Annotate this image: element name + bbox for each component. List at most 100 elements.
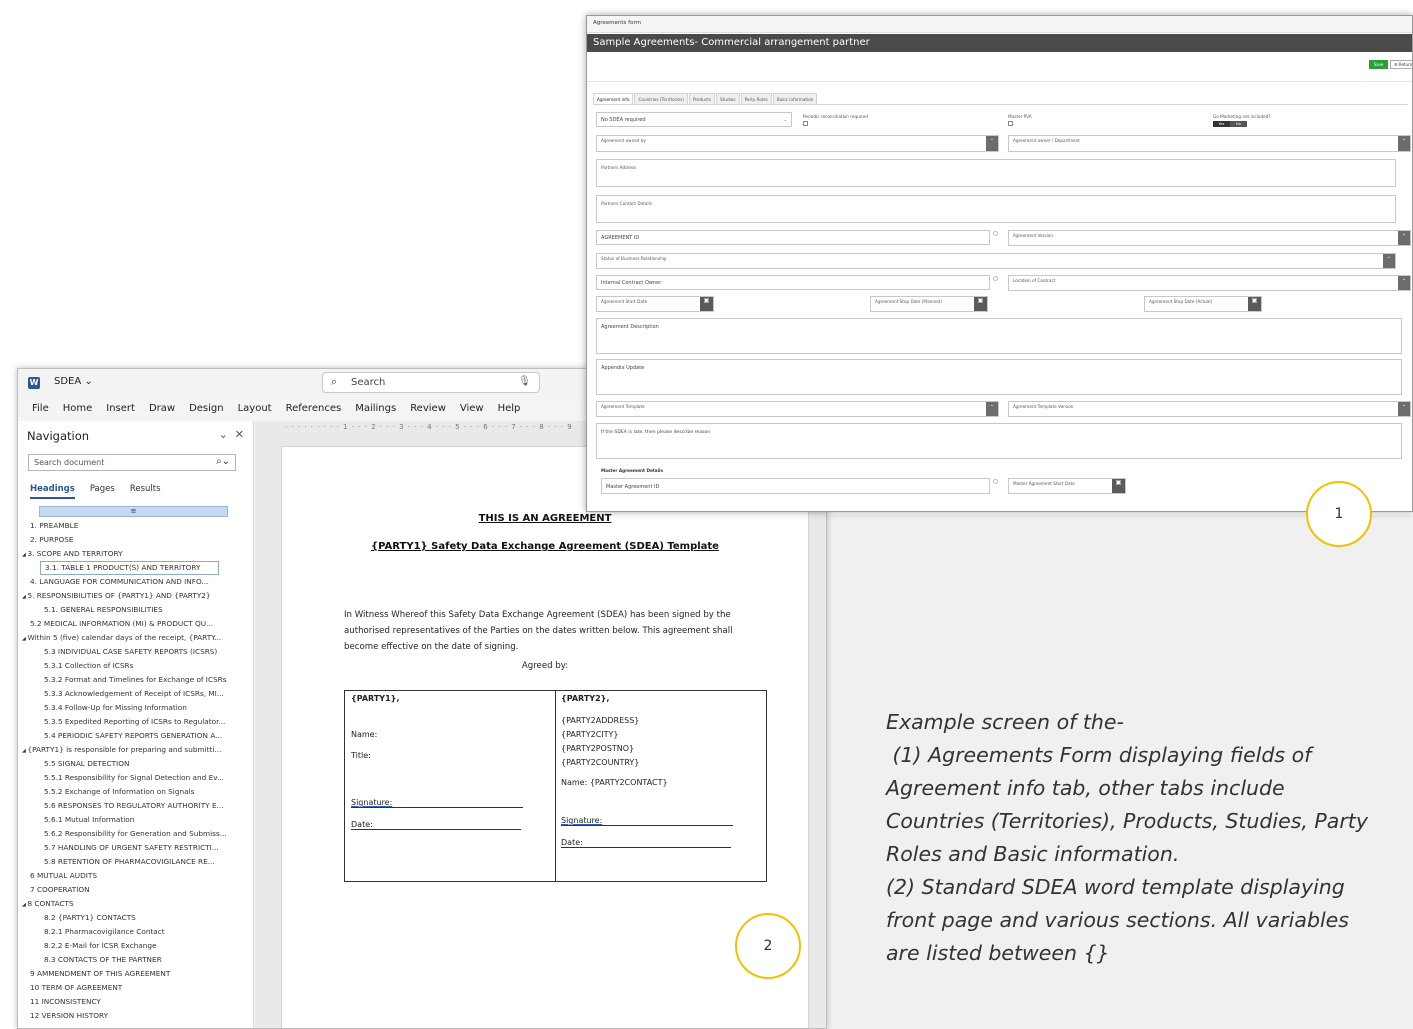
heading-item[interactable]: 3.1. TABLE 1 PRODUCT(S) AND TERRITORY	[40, 561, 219, 575]
master-start-date-field[interactable]: Master Agreement Start Date ▣	[1008, 478, 1126, 494]
menu-help[interactable]: Help	[498, 400, 521, 418]
template-version-field[interactable]: Agreement Template Version ⌄	[1008, 401, 1411, 417]
heading-item[interactable]: 5.3.1 Collection of ICSRs	[30, 659, 250, 673]
heading-item[interactable]: 8.2.2 E-Mail for ICSR Exchange	[30, 939, 250, 953]
agreement-id-field[interactable]: AGREEMENT ID	[596, 230, 990, 245]
heading-item[interactable]: 5.5 SIGNAL DETECTION	[30, 757, 250, 771]
periodic-recon-checkbox[interactable]	[803, 121, 808, 126]
heading-item[interactable]: 5.1. GENERAL RESPONSIBILITIES	[30, 603, 250, 617]
heading-item[interactable]: 5.5.1 Responsibility for Signal Detectio…	[30, 771, 250, 785]
calendar-icon[interactable]: ▣	[700, 297, 713, 311]
internal-owner-field[interactable]: Internal Contract Owner	[596, 275, 990, 290]
partner-contact-field[interactable]: Partners Contact Details	[596, 195, 1396, 223]
heading-item[interactable]: 7 COOPERATION	[30, 883, 250, 897]
tab-pages[interactable]: Pages	[90, 484, 115, 499]
heading-item[interactable]: 9 AMMENDMENT OF THIS AGREEMENT	[30, 967, 250, 981]
dropdown-icon[interactable]: ⌄	[986, 136, 998, 151]
save-button[interactable]: Save	[1369, 60, 1388, 69]
stop-date-field[interactable]: Agreement Stop Date (Planned) ▣	[870, 296, 988, 312]
dropdown-icon[interactable]: ⌄	[1398, 402, 1410, 416]
word-search-box[interactable]: ⌕ Search 🎙	[322, 372, 540, 393]
calendar-icon[interactable]: ▣	[974, 297, 987, 311]
heading-item[interactable]: 8.2.1 Pharmacovigilance Contact	[30, 925, 250, 939]
appendix-update-field[interactable]: Appendix Update	[596, 359, 1402, 395]
menu-mailings[interactable]: Mailings	[355, 400, 396, 418]
menu-insert[interactable]: Insert	[106, 400, 135, 418]
menu-design[interactable]: Design	[189, 400, 224, 418]
form-title: Sample Agreements- Commercial arrangemen…	[593, 37, 870, 48]
heading-item[interactable]: 8.2 {PARTY1} CONTACTS	[30, 911, 250, 925]
heading-item[interactable]: 5.8 RETENTION OF PHARMACOVIGILANCE RE...	[30, 855, 250, 869]
heading-item[interactable]: 5.2 MEDICAL INFORMATION (MI) & PRODUCT Q…	[30, 617, 250, 631]
calendar-icon[interactable]: ▣	[1248, 297, 1261, 311]
menu-file[interactable]: File	[32, 400, 49, 418]
heading-item-expandable[interactable]: ◢ Within 5 (five) calendar days of the r…	[22, 631, 250, 645]
heading-item[interactable]: 1. PREAMBLE	[30, 519, 250, 533]
heading-item-expandable[interactable]: ◢ 8 CONTACTS	[22, 897, 250, 911]
yes-option[interactable]: Yes	[1213, 121, 1230, 127]
heading-item[interactable]: 5.6.2 Responsibility for Generation and …	[30, 827, 250, 841]
heading-item[interactable]: 5.3.2 Format and Timelines for Exchange …	[30, 673, 250, 687]
description-field[interactable]: Agreement Description	[596, 318, 1402, 354]
sdea-select[interactable]: No SDEA required ⌄	[596, 112, 792, 127]
heading-item[interactable]: 5.3 INDIVIDUAL CASE SAFETY REPORTS (ICSR…	[30, 645, 250, 659]
heading-item[interactable]: 8.3 CONTACTS OF THE PARTNER	[30, 953, 250, 967]
chevron-down-icon[interactable]: ⌄	[219, 428, 228, 441]
department-field[interactable]: Agreement owner / Department ⌄	[1008, 135, 1411, 152]
yes-no-toggle[interactable]: Yes No	[1213, 121, 1247, 127]
microphone-icon[interactable]: 🎙	[518, 376, 531, 387]
heading-item[interactable]: 5.5.2 Exchange of Information on Signals	[30, 785, 250, 799]
template-field[interactable]: Agreement Template ⌄	[596, 401, 999, 417]
late-reason-field[interactable]: If the SDEA is late, then please describ…	[596, 423, 1402, 459]
location-field[interactable]: Location of Contract ⌄	[1008, 275, 1411, 291]
agreement-version-field[interactable]: Agreement Version ⌄	[1008, 230, 1411, 246]
status-business-field[interactable]: Status of Business Relationship ⌄	[596, 253, 1396, 269]
menu-references[interactable]: References	[286, 400, 342, 418]
heading-item[interactable]: 5.4 PERIODIC SAFETY REPORTS GENERATION A…	[30, 729, 250, 743]
heading-item[interactable]: 10 TERM OF AGREEMENT	[30, 981, 250, 995]
heading-item[interactable]: 6 MUTUAL AUDITS	[30, 869, 250, 883]
heading-item[interactable]: 5.3.5 Expedited Reporting of ICSRs to Re…	[30, 715, 250, 729]
caption-line: are listed between {}	[886, 941, 1110, 965]
collapse-bar[interactable]: ≡	[39, 506, 228, 517]
master-pva-checkbox[interactable]	[1008, 121, 1013, 126]
heading-item-expandable[interactable]: ◢ 3. SCOPE AND TERRITORY	[22, 547, 250, 561]
heading-item[interactable]: 4. LANGUAGE FOR COMMUNICATION AND INFO..…	[30, 575, 250, 589]
menu-draw[interactable]: Draw	[149, 400, 175, 418]
heading-item[interactable]: 5.6.1 Mutual Information	[30, 813, 250, 827]
heading-item-expandable[interactable]: ◢ {PARTY1} is responsible for preparing …	[22, 743, 250, 757]
no-option[interactable]: No	[1230, 121, 1247, 127]
document-name[interactable]: SDEA ⌄	[54, 376, 93, 387]
menu-view[interactable]: View	[460, 400, 484, 418]
menu-review[interactable]: Review	[410, 400, 446, 418]
tab-results[interactable]: Results	[130, 484, 161, 499]
search-document-input[interactable]: Search document ⌕⌄	[28, 454, 236, 471]
menu-home[interactable]: Home	[63, 400, 93, 418]
dropdown-icon[interactable]: ⌄	[1398, 231, 1410, 245]
stop-date-actual-field[interactable]: Agreement Stop Date (Actual) ▣	[1144, 296, 1262, 312]
calendar-icon[interactable]: ▣	[1112, 479, 1125, 493]
heading-item[interactable]: 5.3.4 Follow-Up for Missing Information	[30, 701, 250, 715]
close-icon[interactable]: ✕	[235, 428, 244, 441]
start-date-field[interactable]: Agreement Start Date ▣	[596, 296, 714, 312]
return-button[interactable]: ☰ Return	[1390, 60, 1412, 69]
search-icon[interactable]: ⌕⌄	[216, 456, 230, 467]
document-page[interactable]: THIS IS AN AGREEMENT {PARTY1} Safety Dat…	[281, 446, 809, 1028]
heading-item[interactable]: 12 VERSION HISTORY	[30, 1009, 250, 1023]
dropdown-icon[interactable]: ⌄	[1398, 136, 1410, 151]
dropdown-icon[interactable]: ⌄	[1383, 254, 1395, 268]
navigation-controls[interactable]: ⌄ ✕	[219, 428, 244, 441]
heading-item[interactable]: 5.6 RESPONSES TO REGULATORY AUTHORITY E.…	[30, 799, 250, 813]
partner-address-field[interactable]: Partners Address	[596, 159, 1396, 187]
menu-layout[interactable]: Layout	[238, 400, 272, 418]
owned-by-field[interactable]: Agreement owned by ⌄	[596, 135, 999, 152]
heading-item[interactable]: 5.3.3 Acknowledgement of Receipt of ICSR…	[30, 687, 250, 701]
heading-item[interactable]: 5.7 HANDLING OF URGENT SAFETY RESTRICTI.…	[30, 841, 250, 855]
heading-item[interactable]: 11 INCONSISTENCY	[30, 995, 250, 1009]
heading-item-expandable[interactable]: ◢ 5. RESPONSIBILITIES OF {PARTY1} AND {P…	[22, 589, 250, 603]
heading-item[interactable]: 2. PURPOSE	[30, 533, 250, 547]
dropdown-icon[interactable]: ⌄	[986, 402, 998, 416]
master-agreement-id-field[interactable]: Master Agreement ID	[601, 478, 990, 494]
dropdown-icon[interactable]: ⌄	[1398, 276, 1410, 290]
tab-headings[interactable]: Headings	[30, 484, 75, 499]
